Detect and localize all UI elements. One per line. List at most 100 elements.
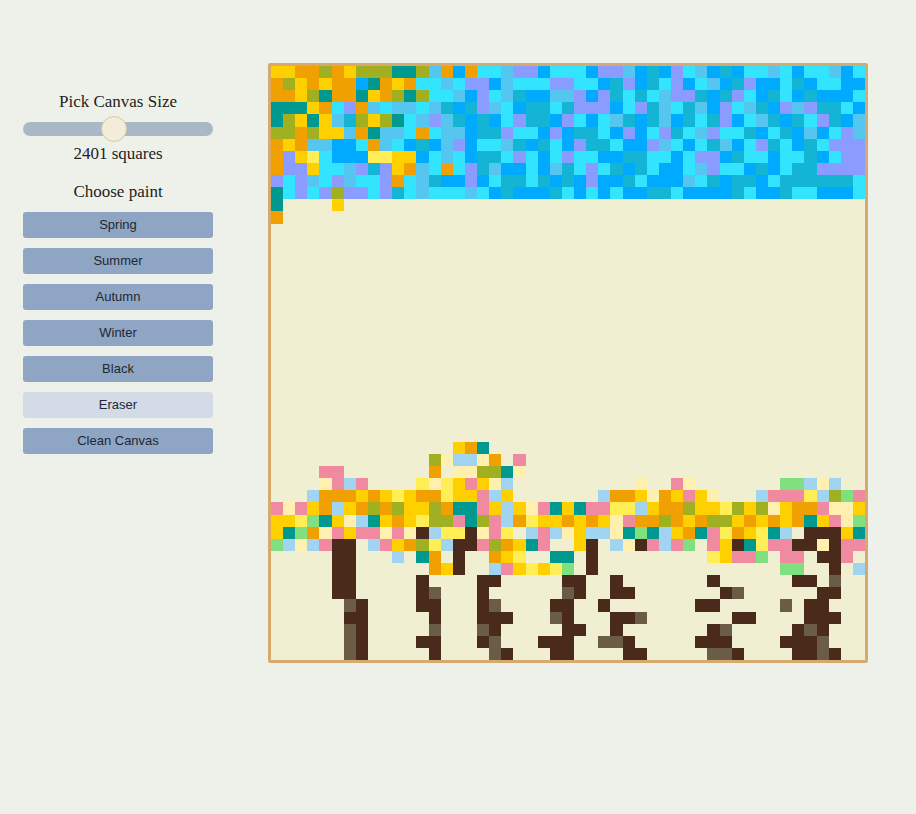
canvas-cell[interactable] (344, 248, 356, 260)
canvas-cell[interactable] (477, 393, 489, 405)
canvas-cell[interactable] (598, 236, 610, 248)
canvas-cell[interactable] (732, 357, 744, 369)
canvas-cell[interactable] (792, 260, 804, 272)
canvas-cell[interactable] (513, 248, 525, 260)
canvas-cell[interactable] (368, 321, 380, 333)
canvas-cell[interactable] (683, 502, 695, 514)
canvas-cell[interactable] (453, 502, 465, 514)
canvas-cell[interactable] (804, 139, 816, 151)
canvas-cell[interactable] (720, 393, 732, 405)
canvas-cell[interactable] (792, 430, 804, 442)
canvas-cell[interactable] (332, 248, 344, 260)
canvas-cell[interactable] (671, 345, 683, 357)
canvas-cell[interactable] (538, 418, 550, 430)
canvas-cell[interactable] (356, 405, 368, 417)
canvas-cell[interactable] (453, 260, 465, 272)
canvas-cell[interactable] (453, 296, 465, 308)
canvas-cell[interactable] (829, 430, 841, 442)
canvas-cell[interactable] (683, 405, 695, 417)
canvas-cell[interactable] (404, 260, 416, 272)
canvas-cell[interactable] (853, 236, 865, 248)
canvas-cell[interactable] (635, 527, 647, 539)
canvas-cell[interactable] (780, 405, 792, 417)
canvas-cell[interactable] (792, 199, 804, 211)
canvas-cell[interactable] (610, 163, 622, 175)
canvas-cell[interactable] (501, 224, 513, 236)
canvas-cell[interactable] (635, 127, 647, 139)
canvas-cell[interactable] (744, 466, 756, 478)
canvas-cell[interactable] (853, 163, 865, 175)
canvas-cell[interactable] (404, 357, 416, 369)
canvas-cell[interactable] (598, 405, 610, 417)
canvas-cell[interactable] (368, 66, 380, 78)
canvas-cell[interactable] (610, 515, 622, 527)
canvas-cell[interactable] (368, 127, 380, 139)
canvas-cell[interactable] (453, 248, 465, 260)
canvas-cell[interactable] (659, 175, 671, 187)
canvas-cell[interactable] (307, 224, 319, 236)
canvas-cell[interactable] (368, 333, 380, 345)
canvas-cell[interactable] (707, 236, 719, 248)
canvas-cell[interactable] (465, 90, 477, 102)
canvas-cell[interactable] (501, 442, 513, 454)
canvas-cell[interactable] (671, 114, 683, 126)
canvas-cell[interactable] (526, 478, 538, 490)
canvas-cell[interactable] (610, 369, 622, 381)
canvas-cell[interactable] (380, 175, 392, 187)
canvas-cell[interactable] (756, 430, 768, 442)
canvas-cell[interactable] (720, 515, 732, 527)
canvas-cell[interactable] (744, 211, 756, 223)
canvas-cell[interactable] (283, 539, 295, 551)
canvas-cell[interactable] (768, 90, 780, 102)
canvas-cell[interactable] (756, 442, 768, 454)
canvas-cell[interactable] (404, 248, 416, 260)
canvas-cell[interactable] (380, 260, 392, 272)
canvas-cell[interactable] (332, 272, 344, 284)
canvas-cell[interactable] (501, 236, 513, 248)
canvas-cell[interactable] (768, 236, 780, 248)
canvas-cell[interactable] (720, 296, 732, 308)
canvas-cell[interactable] (307, 272, 319, 284)
canvas-cell[interactable] (671, 430, 683, 442)
canvas-cell[interactable] (477, 308, 489, 320)
canvas-cell[interactable] (453, 78, 465, 90)
canvas-cell[interactable] (768, 454, 780, 466)
canvas-cell[interactable] (416, 224, 428, 236)
canvas-cell[interactable] (477, 236, 489, 248)
canvas-cell[interactable] (756, 211, 768, 223)
canvas-cell[interactable] (695, 527, 707, 539)
canvas-cell[interactable] (356, 442, 368, 454)
canvas-cell[interactable] (695, 369, 707, 381)
canvas-cell[interactable] (271, 163, 283, 175)
canvas-cell[interactable] (368, 527, 380, 539)
canvas-cell[interactable] (368, 102, 380, 114)
canvas-cell[interactable] (853, 405, 865, 417)
canvas-cell[interactable] (647, 405, 659, 417)
canvas-cell[interactable] (380, 418, 392, 430)
canvas-cell[interactable] (610, 284, 622, 296)
canvas-cell[interactable] (623, 405, 635, 417)
canvas-cell[interactable] (574, 78, 586, 90)
canvas-cell[interactable] (720, 236, 732, 248)
canvas-cell[interactable] (841, 127, 853, 139)
canvas-cell[interactable] (829, 381, 841, 393)
canvas-cell[interactable] (441, 551, 453, 563)
canvas-cell[interactable] (271, 405, 283, 417)
canvas-cell[interactable] (344, 199, 356, 211)
canvas-cell[interactable] (392, 321, 404, 333)
canvas-cell[interactable] (307, 539, 319, 551)
canvas-cell[interactable] (368, 381, 380, 393)
canvas-cell[interactable] (332, 296, 344, 308)
canvas-cell[interactable] (695, 163, 707, 175)
canvas-cell[interactable] (841, 539, 853, 551)
canvas-cell[interactable] (756, 236, 768, 248)
canvas-cell[interactable] (829, 405, 841, 417)
canvas-cell[interactable] (489, 90, 501, 102)
canvas-cell[interactable] (586, 539, 598, 551)
canvas-cell[interactable] (368, 175, 380, 187)
canvas-cell[interactable] (465, 478, 477, 490)
canvas-cell[interactable] (659, 539, 671, 551)
canvas-cell[interactable] (623, 515, 635, 527)
canvas-cell[interactable] (513, 478, 525, 490)
canvas-cell[interactable] (647, 333, 659, 345)
